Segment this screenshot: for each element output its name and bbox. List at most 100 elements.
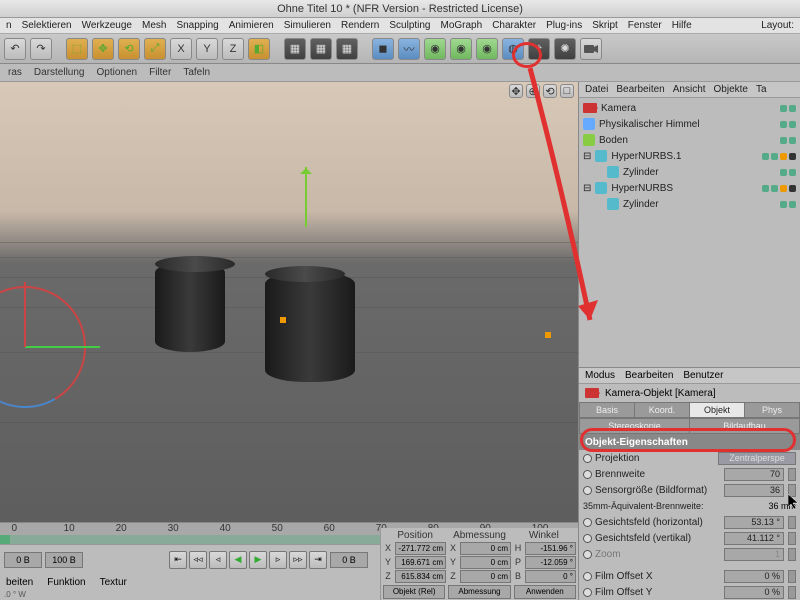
submenu-item[interactable]: Darstellung [34,67,85,78]
tab-funktion[interactable]: Funktion [47,577,85,588]
tree-item[interactable]: Zylinder [623,167,776,178]
tab-bearbeiten[interactable]: Bearbeiten [616,84,664,95]
spinner-icon[interactable] [788,468,796,481]
next-key-icon[interactable]: ▹▹ [289,551,307,569]
radio-icon[interactable] [583,572,592,581]
spinner-icon[interactable] [788,548,796,561]
spinner-icon[interactable] [788,570,796,583]
tab-objekt[interactable]: Objekt [690,402,745,418]
radio-icon[interactable] [583,454,592,463]
axis-y-icon[interactable]: Y [196,38,218,60]
generator-icon[interactable]: ◉ [450,38,472,60]
tree-item[interactable]: Boden [599,135,776,146]
axis-x-icon[interactable]: X [170,38,192,60]
object-tree[interactable]: Kamera Physikalischer Himmel Boden ⊟Hype… [579,98,800,228]
rot-h-input[interactable]: -151.96 ° [525,542,576,555]
menu-item[interactable]: Simulieren [284,20,331,31]
menu-item[interactable]: Animieren [229,20,274,31]
size-x-input[interactable]: 0 cm [460,542,511,555]
apply-button[interactable]: Anwenden [514,585,576,599]
menu-item[interactable]: Werkzeuge [82,20,132,31]
tree-item[interactable]: Zylinder [623,199,776,210]
spline-icon[interactable]: 〰 [398,38,420,60]
frame-start-input[interactable]: 0 B [4,552,42,568]
move-tool-icon[interactable]: ✥ [92,38,114,60]
undo-icon[interactable]: ↶ [4,38,26,60]
spinner-icon[interactable] [788,532,796,545]
pos-z-input[interactable]: 615.834 cm [395,570,446,583]
tab-basis[interactable]: Basis [579,402,635,418]
tab-modus[interactable]: Modus [585,370,615,381]
radio-icon[interactable] [583,486,592,495]
tree-item[interactable]: HyperNURBS.1 [611,151,758,162]
menu-item[interactable]: Mesh [142,20,166,31]
rot-p-input[interactable]: -12.059 ° [525,556,576,569]
offset-y-input[interactable]: 0 % [724,586,784,599]
rotate-tool-icon[interactable]: ⟲ [118,38,140,60]
camera-icon[interactable] [580,38,602,60]
frame-end-input[interactable]: 100 B [45,552,83,568]
offset-x-input[interactable]: 0 % [724,570,784,583]
radio-icon[interactable] [583,588,592,597]
tab-koord[interactable]: Koord. [635,402,690,418]
size-mode-dropdown[interactable]: Abmessung [448,585,510,599]
viewport-max-icon[interactable]: □ [560,84,574,98]
menu-item[interactable]: Rendern [341,20,379,31]
tab-datei[interactable]: Datei [585,84,608,95]
size-z-input[interactable]: 0 cm [460,570,511,583]
current-frame-input[interactable]: 0 B [330,552,368,568]
submenu-item[interactable]: Filter [149,67,171,78]
viewport-zoom-icon[interactable]: ⊕ [526,84,540,98]
select-tool-icon[interactable]: ⬚ [66,38,88,60]
play-back-icon[interactable]: ◀ [229,551,247,569]
submenu-item[interactable]: Optionen [97,67,138,78]
tab-phys[interactable]: Phys [745,402,800,418]
render-region-icon[interactable]: ▦ [310,38,332,60]
coord-system-icon[interactable]: ◧ [248,38,270,60]
focal-length-input[interactable]: 70 [724,468,784,481]
menu-item[interactable]: Plug-ins [546,20,582,31]
tab-tags[interactable]: Ta [756,84,767,95]
coord-mode-dropdown[interactable]: Objekt (Rel) [383,585,445,599]
spinner-icon[interactable] [788,586,796,599]
tab-ansicht[interactable]: Ansicht [673,84,706,95]
menu-item[interactable]: Sculpting [389,20,430,31]
menu-item[interactable]: Fenster [628,20,662,31]
redo-icon[interactable]: ↷ [30,38,52,60]
pos-x-input[interactable]: -271.772 cm [395,542,446,555]
tab-bearbeiten[interactable]: beiten [6,577,33,588]
tab-benutzer[interactable]: Benutzer [683,370,723,381]
spinner-icon[interactable] [788,516,796,529]
deformer-icon[interactable]: ◉ [476,38,498,60]
projection-dropdown[interactable]: Zentralperspe [718,452,796,465]
scale-tool-icon[interactable]: ⤢ [144,38,166,60]
cylinder-object[interactable] [265,272,355,382]
cylinder-object[interactable] [155,262,225,352]
fov-h-input[interactable]: 53.13 ° [724,516,784,529]
radio-icon[interactable] [583,518,592,527]
tab-bearbeiten[interactable]: Bearbeiten [625,370,673,381]
render-view-icon[interactable]: ▦ [284,38,306,60]
menu-item[interactable]: Selektieren [22,20,72,31]
viewport-pan-icon[interactable]: ✥ [509,84,523,98]
tree-item[interactable]: Physikalischer Himmel [599,119,776,130]
tab-textur[interactable]: Textur [100,577,127,588]
menu-item[interactable]: Skript [592,20,618,31]
radio-icon[interactable] [583,470,592,479]
menu-item[interactable]: n [6,20,12,31]
play-icon[interactable]: ▶ [249,551,267,569]
menu-item[interactable]: Hilfe [672,20,692,31]
submenu-item[interactable]: ras [8,67,22,78]
expand-icon[interactable]: ⊟ [583,183,591,194]
next-frame-icon[interactable]: ▹ [269,551,287,569]
menu-item[interactable]: Snapping [176,20,218,31]
prev-frame-icon[interactable]: ◃ [209,551,227,569]
goto-start-icon[interactable]: ⇤ [169,551,187,569]
prev-key-icon[interactable]: ◃◃ [189,551,207,569]
tab-objekte[interactable]: Objekte [714,84,748,95]
radio-icon[interactable] [583,534,592,543]
goto-end-icon[interactable]: ⇥ [309,551,327,569]
axis-z-icon[interactable]: Z [222,38,244,60]
cube-primitive-icon[interactable]: ◼ [372,38,394,60]
expand-icon[interactable]: ⊟ [583,151,591,162]
